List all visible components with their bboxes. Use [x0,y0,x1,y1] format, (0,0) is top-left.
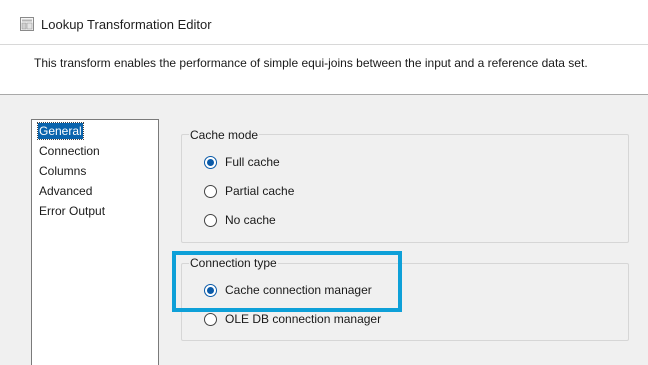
nav-item-columns[interactable]: Columns [38,163,87,179]
radio-checked-icon[interactable] [204,283,217,297]
ole-db-connection-manager-radio[interactable]: OLE DB connection manager [204,311,381,327]
no-cache-label: No cache [225,213,276,227]
nav-item-connection[interactable]: Connection [38,143,101,159]
cache-connection-manager-label: Cache connection manager [225,283,372,297]
transform-description: This transform enables the performance o… [34,56,588,70]
cache-connection-manager-radio[interactable]: Cache connection manager [204,282,372,298]
connection-type-group [181,263,629,341]
window-app-icon [20,17,34,31]
title-bar: Lookup Transformation Editor [0,0,648,50]
full-cache-radio[interactable]: Full cache [204,154,280,170]
cache-mode-legend: Cache mode [189,128,260,142]
window-title: Lookup Transformation Editor [41,17,212,32]
radio-checked-icon[interactable] [204,155,217,169]
page-navigation-list: General Connection Columns Advanced Erro… [31,119,159,365]
radio-unchecked-icon[interactable] [204,312,217,326]
radio-unchecked-icon[interactable] [204,184,217,198]
partial-cache-label: Partial cache [225,184,295,198]
nav-item-error-output[interactable]: Error Output [38,203,106,219]
radio-unchecked-icon[interactable] [204,213,217,227]
partial-cache-radio[interactable]: Partial cache [204,183,294,199]
nav-item-general[interactable]: General [37,122,84,140]
nav-item-advanced[interactable]: Advanced [38,183,93,199]
connection-type-legend: Connection type [189,256,278,270]
no-cache-radio[interactable]: No cache [204,212,276,228]
ole-db-connection-manager-label: OLE DB connection manager [225,312,382,326]
full-cache-label: Full cache [225,155,280,169]
